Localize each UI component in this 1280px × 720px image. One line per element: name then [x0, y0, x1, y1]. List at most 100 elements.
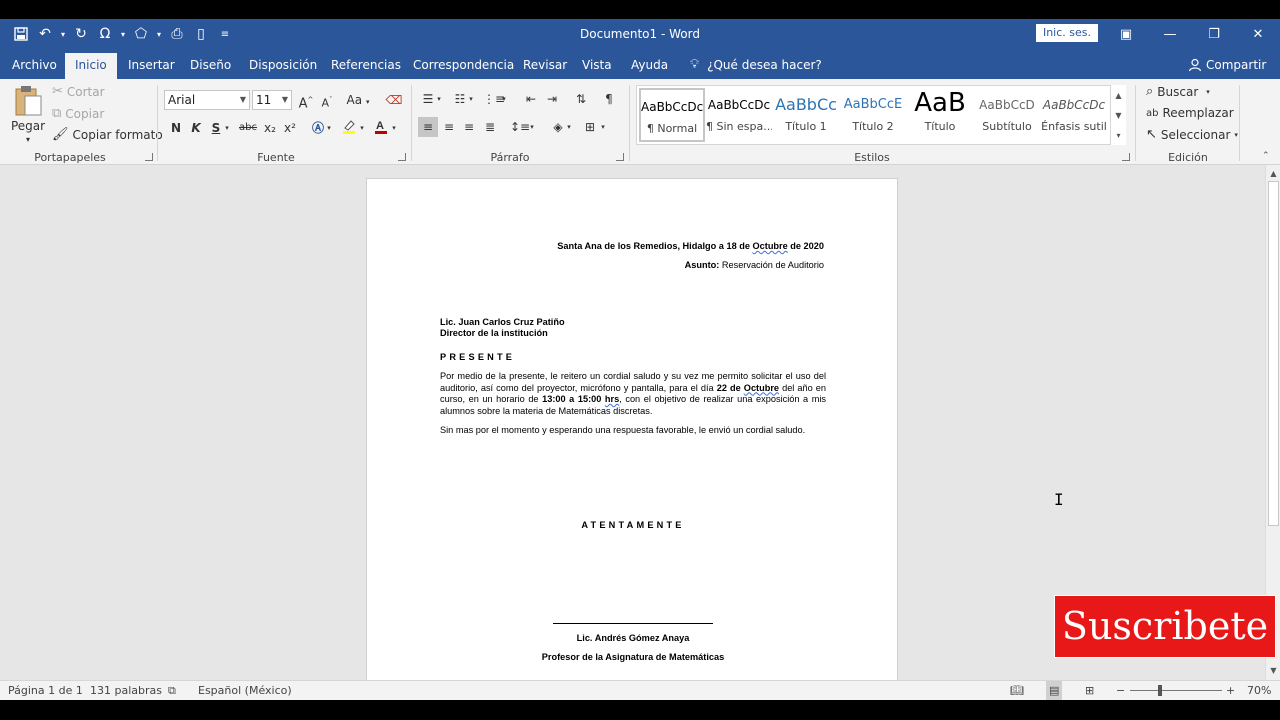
shape-icon[interactable]: ⬠: [130, 23, 152, 45]
close-icon[interactable]: ✕: [1236, 19, 1280, 49]
scroll-up-icon[interactable]: ▲: [1266, 167, 1280, 181]
sort-icon[interactable]: ⇅: [571, 89, 591, 109]
styles-launcher-icon[interactable]: [1122, 153, 1130, 161]
font-size-select[interactable]: 11 ▼: [252, 90, 292, 110]
font-color-icon[interactable]: A: [371, 118, 391, 138]
bullets-dropdown-icon[interactable]: ▾: [434, 89, 444, 109]
zoom-slider-track[interactable]: [1130, 690, 1222, 691]
italic-button[interactable]: K: [186, 118, 206, 138]
tab-archivo[interactable]: Archivo: [2, 53, 67, 79]
zoom-level[interactable]: 70%: [1247, 681, 1271, 701]
numbering-dropdown-icon[interactable]: ▾: [466, 89, 476, 109]
highlight-dropdown-icon[interactable]: ▾: [357, 118, 367, 138]
select-button[interactable]: ↖ Seleccionar ▾: [1146, 127, 1238, 142]
shading-dropdown-icon[interactable]: ▾: [564, 117, 574, 137]
tab-referencias[interactable]: Referencias: [321, 53, 411, 79]
multilevel-dropdown-icon[interactable]: ▾: [499, 89, 509, 109]
line-spacing-dropdown-icon[interactable]: ▾: [527, 117, 537, 137]
paragraph-launcher-icon[interactable]: [616, 153, 624, 161]
bold-button[interactable]: N: [166, 118, 186, 138]
zoom-out-icon[interactable]: −: [1116, 681, 1125, 701]
zoom-slider-thumb[interactable]: [1158, 685, 1162, 696]
tab-ayuda[interactable]: Ayuda: [621, 53, 678, 79]
collapse-ribbon-icon[interactable]: ⌃: [1262, 151, 1270, 161]
ribbon-display-icon[interactable]: ▣: [1104, 19, 1148, 49]
print-layout-icon[interactable]: ▤: [1046, 681, 1063, 701]
copy-button[interactable]: ⧉ Copiar: [52, 106, 104, 121]
strikethrough-button[interactable]: abc: [236, 118, 260, 138]
sign-in-button[interactable]: Inic. ses.: [1036, 24, 1098, 42]
font-color-dropdown-icon[interactable]: ▾: [389, 118, 399, 138]
symbol-dropdown-icon[interactable]: ▾: [118, 30, 128, 39]
redo-icon[interactable]: ↻: [70, 23, 92, 45]
align-center-icon[interactable]: ≡: [439, 117, 459, 137]
undo-icon[interactable]: ↶: [34, 23, 56, 45]
superscript-button[interactable]: x²: [280, 118, 300, 138]
align-right-icon[interactable]: ≡: [459, 117, 479, 137]
style-subtle-emphasis[interactable]: AaBbCcDc Énfasis sutil: [1041, 88, 1107, 142]
restore-icon[interactable]: ❐: [1192, 19, 1236, 49]
style-heading-1[interactable]: AaBbCc Título 1: [773, 88, 839, 142]
share-button[interactable]: Compartir: [1188, 53, 1266, 77]
tab-disposicion[interactable]: Disposición: [239, 53, 327, 79]
tab-revisar[interactable]: Revisar: [513, 53, 577, 79]
undo-dropdown-icon[interactable]: ▾: [58, 30, 68, 39]
customize-toolbar-icon[interactable]: ≡: [214, 23, 236, 45]
proofing-icon[interactable]: ⧉: [168, 681, 176, 701]
align-left-icon[interactable]: ≡: [418, 117, 438, 137]
text-effects-dropdown-icon[interactable]: ▾: [324, 118, 334, 138]
style-title[interactable]: AaB Título: [907, 88, 973, 142]
language-label[interactable]: Español (México): [198, 681, 292, 701]
find-button[interactable]: ⌕ Buscar ▾: [1146, 84, 1210, 99]
document-page[interactable]: Santa Ana de los Remedios, Hidalgo a 18 …: [366, 178, 898, 688]
underline-dropdown-icon[interactable]: ▾: [222, 118, 232, 138]
clear-formatting-icon[interactable]: ⌫: [384, 90, 404, 110]
save-icon[interactable]: [10, 23, 32, 45]
cut-button[interactable]: ✂ Cortar: [52, 84, 105, 99]
style-heading-2[interactable]: AaBbCcE Título 2: [840, 88, 906, 142]
read-mode-icon[interactable]: 📖︎: [1010, 681, 1024, 701]
scroll-down-icon[interactable]: ▼: [1266, 664, 1280, 678]
style-subtitle[interactable]: AaBbCcD Subtítulo: [974, 88, 1040, 142]
chevron-down-icon[interactable]: ▼: [1115, 111, 1121, 120]
subscript-button[interactable]: x₂: [260, 118, 280, 138]
grow-font-button[interactable]: A^: [296, 90, 316, 111]
paste-button[interactable]: Pegar ▾: [10, 85, 46, 144]
style-normal[interactable]: AaBbCcDc ¶ Normal: [639, 88, 705, 142]
web-layout-icon[interactable]: ⊞: [1085, 681, 1094, 701]
tell-me-box[interactable]: 💡︎ ¿Qué desea hacer?: [690, 53, 822, 77]
new-document-icon[interactable]: ▯: [190, 23, 212, 45]
replace-button[interactable]: ab Reemplazar: [1146, 106, 1234, 120]
font-launcher-icon[interactable]: [398, 153, 406, 161]
tab-vista[interactable]: Vista: [572, 53, 622, 79]
font-name-select[interactable]: Arial ▼: [164, 90, 250, 110]
zoom-in-icon[interactable]: +: [1226, 681, 1235, 701]
tab-diseno[interactable]: Diseño: [180, 53, 241, 79]
subscribe-banner[interactable]: Suscribete: [1054, 595, 1276, 658]
borders-icon[interactable]: ⊞: [580, 117, 600, 137]
chevron-up-icon[interactable]: ▲: [1115, 91, 1121, 100]
borders-dropdown-icon[interactable]: ▾: [598, 117, 608, 137]
clipboard-launcher-icon[interactable]: [145, 153, 153, 161]
tab-inicio[interactable]: Inicio: [65, 53, 117, 79]
minimize-icon[interactable]: —: [1148, 19, 1192, 49]
increase-indent-icon[interactable]: ⇥: [542, 89, 562, 109]
more-styles-icon[interactable]: ▾: [1116, 131, 1120, 140]
word-count[interactable]: 131 palabras: [90, 681, 162, 701]
symbol-icon[interactable]: Ω: [94, 23, 116, 45]
pilcrow-icon[interactable]: ¶: [599, 89, 619, 109]
styles-scroll[interactable]: ▲ ▼ ▾: [1110, 85, 1126, 145]
tab-correspondencia[interactable]: Correspondencia: [403, 53, 524, 79]
scroll-thumb[interactable]: [1268, 181, 1279, 526]
format-painter-button[interactable]: 🖌︎ Copiar formato: [52, 127, 163, 142]
tab-insertar[interactable]: Insertar: [118, 53, 185, 79]
shape-dropdown-icon[interactable]: ▾: [154, 30, 164, 39]
justify-icon[interactable]: ≣: [480, 117, 500, 137]
style-no-spacing[interactable]: AaBbCcDc ¶ Sin espa...: [706, 88, 772, 142]
highlight-icon[interactable]: [339, 118, 359, 138]
shrink-font-button[interactable]: Aˇ: [317, 90, 337, 110]
decrease-indent-icon[interactable]: ⇤: [521, 89, 541, 109]
page-count[interactable]: Página 1 de 1: [8, 681, 83, 701]
print-icon[interactable]: ⎙: [166, 23, 188, 45]
change-case-button[interactable]: Aa ▾: [343, 90, 373, 110]
